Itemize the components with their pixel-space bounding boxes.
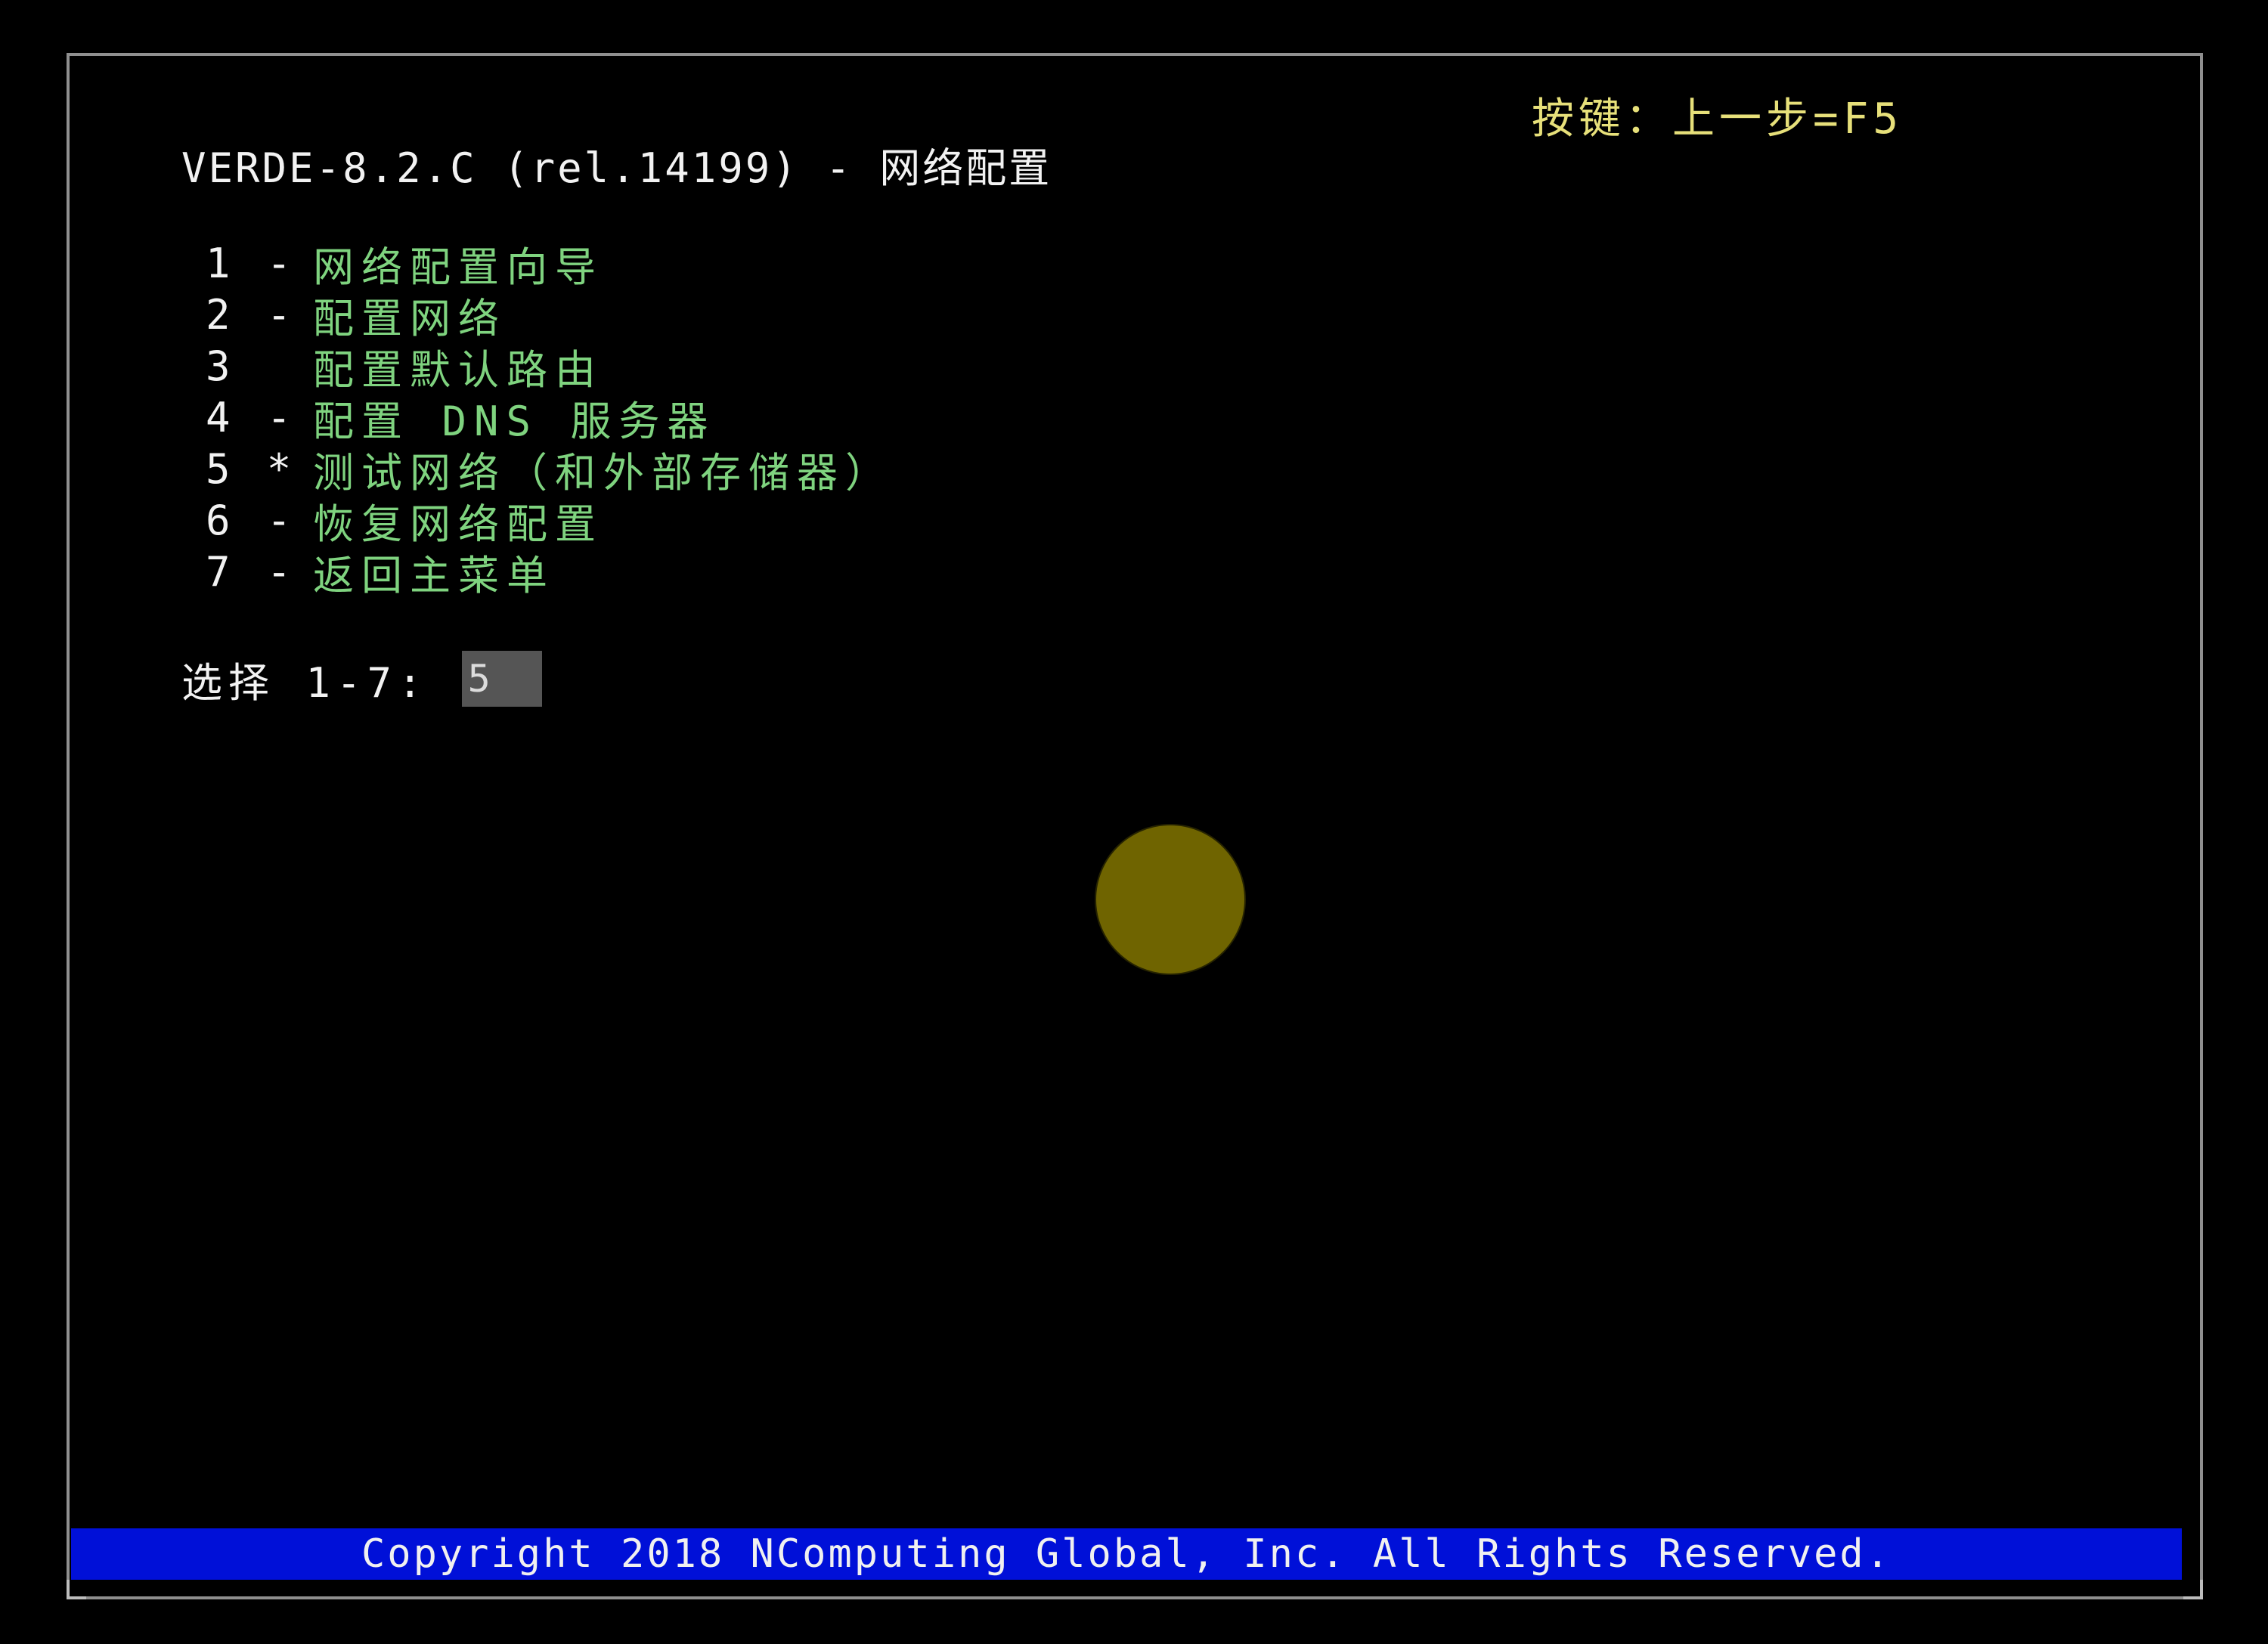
selection-prompt: 选择 1-7: — [181, 650, 542, 707]
menu-item-separator: - — [266, 239, 292, 287]
menu-item-number: 7 — [206, 547, 231, 596]
network-config-menu: 1 - 网络配置向导 2 - 配置网络 3 配置默认路由 4 - 配置 DNS … — [206, 237, 1264, 599]
menu-item-number: 2 — [206, 290, 231, 339]
menu-item-separator: * — [266, 444, 292, 493]
selection-input[interactable] — [461, 651, 542, 707]
menu-item-5[interactable]: 5 * 测试网络（和外部存储器） — [206, 443, 1264, 497]
cursor-dot-icon — [1096, 825, 1244, 974]
page-title: VERDE-8.2.C (rel.14199) - 网络配置 — [181, 144, 1052, 192]
menu-item-number: 1 — [206, 239, 231, 287]
keyboard-hint: 按键：上一步=F5 — [1532, 94, 1904, 144]
menu-item-number: 6 — [206, 496, 231, 544]
menu-item-number: 3 — [206, 342, 231, 390]
copyright-bar: Copyright 2018 NComputing Global, Inc. A… — [71, 1528, 2182, 1580]
menu-item-3[interactable]: 3 配置默认路由 — [206, 340, 1264, 394]
menu-item-7[interactable]: 7 - 返回主菜单 — [206, 546, 1264, 599]
menu-item-number: 5 — [206, 444, 231, 493]
menu-item-separator: - — [266, 393, 292, 441]
menu-item-separator: - — [266, 290, 292, 339]
menu-item-separator: - — [266, 496, 292, 544]
menu-item-6[interactable]: 6 - 恢复网络配置 — [206, 494, 1264, 548]
menu-item-label: 返回主菜单 — [313, 551, 555, 599]
prompt-label: 选择 1-7: — [181, 658, 429, 707]
menu-item-2[interactable]: 2 - 配置网络 — [206, 289, 1264, 342]
menu-item-separator: - — [266, 547, 292, 596]
menu-item-number: 4 — [206, 393, 231, 441]
menu-item-4[interactable]: 4 - 配置 DNS 服务器 — [206, 392, 1264, 445]
menu-item-1[interactable]: 1 - 网络配置向导 — [206, 237, 1264, 291]
